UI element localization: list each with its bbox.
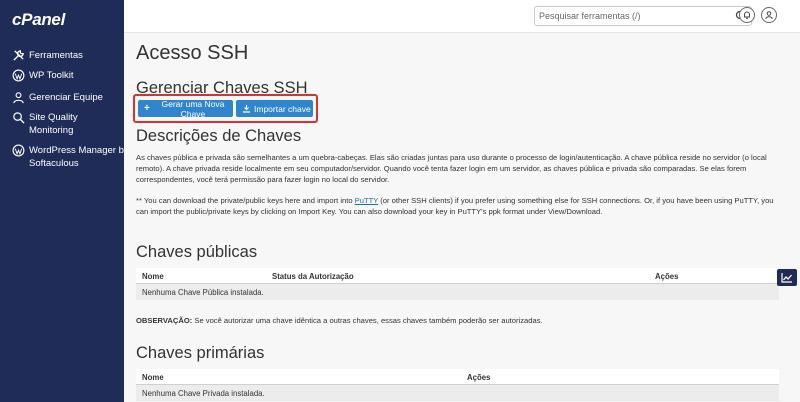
tools-icon: [13, 50, 24, 61]
page-title: Acesso SSH: [136, 42, 249, 64]
sidebar-item-ferramentas[interactable]: Ferramentas: [12, 50, 119, 63]
sidebar-item-label: Site Quality Monitoring: [29, 112, 78, 136]
site-quality-icon: [13, 112, 25, 124]
wordpress-icon: [12, 144, 25, 157]
sidebar-item-wp-toolkit[interactable]: WP Toolkit: [12, 69, 119, 83]
sidebar-item-site-quality[interactable]: Site Quality Monitoring: [12, 112, 119, 137]
wordpress-icon: [12, 69, 25, 82]
sidebar-item-gerenciar-equipe[interactable]: Gerenciar Equipe: [12, 92, 119, 105]
sidebar-item-label: WP Toolkit: [29, 70, 74, 81]
user-icon: [765, 11, 773, 20]
key-descriptions-title: Descrições de Chaves: [136, 127, 302, 145]
import-key-button[interactable]: Importar chave: [236, 100, 313, 117]
import-key-label: Importar chave: [254, 103, 311, 114]
sidebar-item-label: Ferramentas: [29, 50, 83, 61]
sidebar-item-label: WordPress Manager by Softaculous: [29, 145, 129, 169]
public-keys-title: Chaves públicas: [136, 243, 258, 261]
note-text: Se você autorizar uma chave idêntica a o…: [192, 316, 543, 325]
column-header-name: Nome: [142, 272, 164, 281]
search-input[interactable]: [535, 7, 725, 25]
empty-public-keys-text: Nenhuma Chave Pública instalada.: [142, 288, 264, 297]
putty-link[interactable]: PuTTY: [355, 196, 379, 205]
private-keys-title: Chaves primárias: [136, 344, 265, 362]
generate-new-key-button[interactable]: + Gerar uma Nova Chave: [138, 98, 233, 119]
generate-new-key-label: Gerar uma Nova Chave: [161, 98, 225, 119]
putty-info-text: ** You can download the private/public k…: [136, 195, 776, 217]
chart-icon: [781, 273, 792, 283]
stats-button[interactable]: [777, 269, 797, 286]
column-header-authorization-status: Status da Autorização: [272, 272, 354, 281]
search-box: [534, 6, 752, 26]
key-description-text: As chaves pública e privada são semelhan…: [136, 153, 767, 184]
table-row: Nenhuma Chave Pública instalada.: [136, 284, 779, 300]
main-content: Acesso SSH Gerenciar Chaves SSH + Gerar …: [124, 0, 800, 402]
empty-private-keys-text: Nenhuma Chave Privada instalada.: [142, 389, 265, 398]
bell-icon: [744, 11, 750, 19]
table-header: Nome Status da Autorização Ações: [136, 268, 779, 284]
authorization-note: OBSERVAÇÃO: Se você autorizar uma chave …: [136, 315, 776, 326]
topbar: [124, 0, 800, 33]
column-header-actions: Ações: [467, 373, 491, 382]
table-header: Nome Ações: [136, 369, 779, 385]
note-label: OBSERVAÇÃO:: [136, 316, 193, 325]
column-header-name: Nome: [142, 373, 164, 382]
cpanel-logo[interactable]: cPanel: [12, 10, 65, 30]
table-row: Nenhuma Chave Privada instalada.: [136, 385, 779, 401]
column-header-actions: Ações: [655, 272, 679, 281]
sidebar: cPanel Ferramentas WP Toolkit Gerenciar …: [0, 0, 129, 402]
team-icon: [13, 92, 24, 104]
plus-icon: +: [144, 103, 150, 114]
sidebar-item-label: Gerenciar Equipe: [29, 92, 103, 103]
import-icon: [243, 105, 250, 113]
notifications-button[interactable]: [739, 7, 755, 23]
sidebar-item-wordpress-manager[interactable]: WordPress Manager by Softaculous: [12, 144, 129, 170]
user-menu-button[interactable]: [761, 7, 777, 23]
putty-info-before: ** You can download the private/public k…: [136, 196, 355, 205]
